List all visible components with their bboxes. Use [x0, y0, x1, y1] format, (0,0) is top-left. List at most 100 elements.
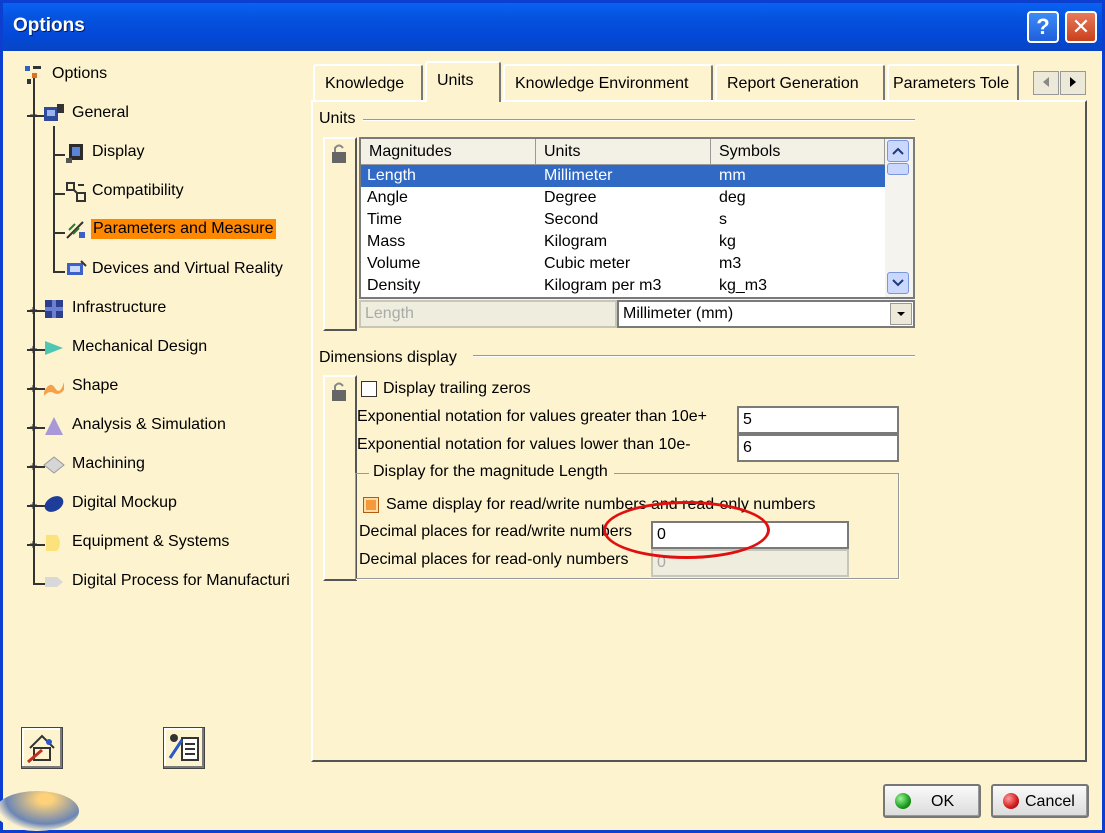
dimensions-lock-frame	[323, 375, 357, 581]
tree-item-display[interactable]: Display	[65, 141, 265, 167]
magnitude-subgroup-title: Display for the magnitude Length	[369, 463, 614, 481]
same-display-checkbox[interactable]	[363, 497, 379, 513]
dimensions-group-title: Dimensions display	[319, 349, 463, 367]
cell-magnitude: Density	[367, 277, 421, 294]
tree-item-analysis-simulation[interactable]: Analysis & Simulation	[43, 414, 303, 440]
table-row[interactable]: Density Kilogram per m3 kg_m3	[361, 275, 885, 297]
tab-knowledge-environment[interactable]: Knowledge Environment	[503, 64, 713, 100]
expand-icon[interactable]	[29, 345, 38, 354]
tree-item-compatibility[interactable]: Compatibility	[65, 180, 265, 206]
expand-icon[interactable]	[29, 462, 38, 471]
scroll-down-button[interactable]	[887, 272, 909, 294]
unit-select[interactable]: Millimeter (mm)	[617, 300, 915, 328]
exp-greater-input[interactable]: 5	[737, 406, 899, 434]
column-header-units[interactable]: Units	[536, 139, 711, 165]
tree-item-label: Digital Process for Manufacturi	[72, 572, 290, 589]
chevron-down-icon	[892, 279, 904, 287]
digital-process-icon	[45, 577, 63, 587]
tree-item-digital-process[interactable]: Digital Process for Manufacturi	[43, 570, 305, 596]
tree-item-label: Digital Mockup	[72, 494, 177, 511]
arrow-right-icon	[1070, 77, 1076, 87]
tab-knowledge[interactable]: Knowledge	[313, 64, 423, 100]
display-icon	[66, 144, 83, 163]
scroll-thumb[interactable]	[887, 163, 909, 175]
reset-options-button[interactable]	[21, 727, 63, 769]
tree-line	[53, 154, 65, 156]
parameters-icon	[66, 221, 85, 239]
exp-greater-label: Exponential notation for values greater …	[357, 408, 708, 425]
tab-parameters-tolerance[interactable]: Parameters Tole	[887, 64, 1019, 100]
infrastructure-icon	[45, 300, 63, 318]
units-table-scrollbar[interactable]	[885, 139, 913, 297]
display-trailing-zeros-label: Display trailing zeros	[383, 380, 531, 397]
expand-icon[interactable]	[29, 423, 38, 432]
tree-item-label: Options	[52, 65, 108, 82]
cell-unit: Cubic meter	[544, 255, 631, 272]
tree-line	[53, 193, 65, 195]
tree-item-options[interactable]: Options	[23, 63, 223, 89]
table-row[interactable]: Angle Degree deg	[361, 187, 885, 209]
collapse-icon[interactable]	[29, 111, 38, 120]
tree-item-label: Mechanical Design	[72, 338, 208, 355]
analysis-icon	[45, 417, 63, 435]
expand-icon[interactable]	[29, 306, 38, 315]
exp-lower-input[interactable]: 6	[737, 434, 899, 462]
cell-symbol: m3	[719, 255, 742, 272]
window-title: Options	[13, 15, 85, 36]
tree-item-infrastructure[interactable]: Infrastructure	[43, 297, 303, 323]
group-rule	[363, 119, 915, 121]
options-tree: Options General Display Compatibility Pa…	[0, 51, 305, 831]
units-table[interactable]: Magnitudes Units Symbols Length Millimet…	[359, 137, 915, 299]
tree-item-machining[interactable]: Machining	[43, 453, 303, 479]
tab-scroll-left-button[interactable]	[1033, 71, 1059, 95]
cell-symbol: kg	[719, 233, 736, 250]
decimal-ro-label: Decimal places for read-only numbers	[359, 551, 629, 568]
column-header-magnitudes[interactable]: Magnitudes	[361, 139, 536, 165]
cell-unit: Kilogram	[544, 233, 608, 250]
lock-icon[interactable]	[329, 381, 351, 403]
close-button[interactable]: ✕	[1065, 11, 1097, 43]
cell-magnitude: Angle	[367, 189, 408, 206]
tree-item-mechanical-design[interactable]: Mechanical Design	[43, 336, 303, 362]
scroll-up-button[interactable]	[887, 140, 909, 162]
expand-icon[interactable]	[29, 540, 38, 549]
title-bar[interactable]: Options ? ✕	[3, 3, 1102, 51]
cancel-button[interactable]: Cancel	[991, 784, 1089, 818]
machining-icon	[43, 456, 65, 474]
tree-item-devices-and-virtual-reality[interactable]: Devices and Virtual Reality	[65, 258, 305, 284]
tab-report-generation[interactable]: Report Generation	[715, 64, 885, 100]
magnitude-field: Length	[359, 300, 617, 328]
cancel-icon	[1003, 793, 1019, 809]
tree-item-shape[interactable]: Shape	[43, 375, 303, 401]
lock-icon[interactable]	[329, 143, 351, 165]
arrow-left-icon	[1043, 77, 1049, 87]
ok-button[interactable]: OK	[883, 784, 981, 818]
tree-item-equipment-systems[interactable]: Equipment & Systems	[43, 531, 303, 557]
globe-decoration	[0, 791, 79, 831]
tree-item-parameters-and-measure[interactable]: Parameters and Measure	[65, 219, 295, 245]
tree-item-general[interactable]: General	[43, 102, 243, 128]
help-button[interactable]: ?	[1027, 11, 1059, 43]
tree-item-label: Shape	[72, 377, 119, 394]
table-row[interactable]: Mass Kilogram kg	[361, 231, 885, 253]
tree-item-digital-mockup[interactable]: Digital Mockup	[43, 492, 303, 518]
ok-icon	[895, 793, 911, 809]
cell-unit: Millimeter	[544, 167, 613, 184]
digital-mockup-icon	[44, 496, 64, 512]
unit-select-dropdown-button[interactable]	[890, 303, 912, 325]
tree-item-label: Analysis & Simulation	[72, 416, 226, 433]
general-icon	[44, 104, 64, 121]
tab-units[interactable]: Units	[425, 61, 501, 102]
expand-icon[interactable]	[29, 501, 38, 510]
column-header-symbols[interactable]: Symbols	[711, 139, 885, 165]
table-row[interactable]: Volume Cubic meter m3	[361, 253, 885, 275]
tree-item-label: Devices and Virtual Reality	[92, 260, 283, 277]
expand-icon[interactable]	[29, 384, 38, 393]
dump-parameters-button[interactable]	[163, 727, 205, 769]
table-row[interactable]: Length Millimeter mm	[361, 165, 885, 187]
table-row[interactable]: Time Second s	[361, 209, 885, 231]
display-trailing-zeros-checkbox[interactable]	[361, 381, 377, 397]
tree-item-label: Display	[92, 143, 145, 160]
tab-scroll-right-button[interactable]	[1060, 71, 1086, 95]
cell-symbol: deg	[719, 189, 746, 206]
